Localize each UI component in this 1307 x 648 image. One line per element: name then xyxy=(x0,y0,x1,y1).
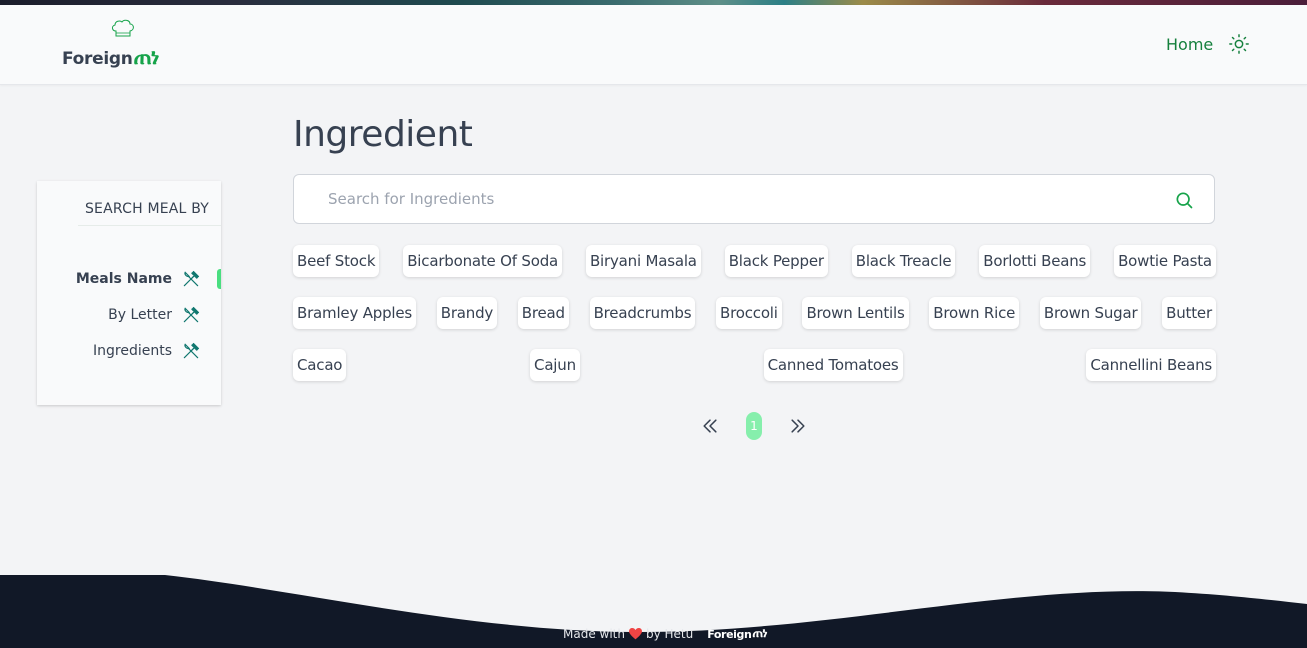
ingredient-chip[interactable]: Biryani Masala xyxy=(585,245,701,277)
ingredient-chip[interactable]: Bicarbonate Of Soda xyxy=(403,245,563,277)
sidebar-item-label: Meals Name xyxy=(75,271,172,287)
footer-author: by Hetu xyxy=(645,626,694,641)
brand-mark: ጠነ xyxy=(133,45,160,70)
pagination: 1 xyxy=(700,412,808,440)
ingredient-chip[interactable]: Cacao xyxy=(293,349,347,381)
ingredient-chip[interactable]: Bread xyxy=(517,297,569,329)
ingredient-chip[interactable]: Brandy xyxy=(436,297,498,329)
ingredient-row: Cacao Cajun Canned Tomatoes Cannellini B… xyxy=(293,349,1216,381)
sidebar-item-label: By Letter xyxy=(108,307,172,323)
ingredient-chip[interactable]: Bramley Apples xyxy=(293,297,417,329)
ingredient-chip[interactable]: Breadcrumbs xyxy=(589,297,696,329)
sidebar-item-label: Ingredients xyxy=(93,343,172,359)
search-sidebar: SEARCH MEAL BY Meals Name By Letter Ingr… xyxy=(37,181,221,405)
footer-credit: Made with by Hetu Foreign ጠነ xyxy=(563,626,768,641)
active-indicator xyxy=(217,269,221,289)
sidebar-heading: SEARCH MEAL BY xyxy=(78,201,221,226)
chef-hat-icon xyxy=(112,19,134,37)
ingredient-chip[interactable]: Brown Sugar xyxy=(1039,297,1142,329)
fork-knife-icon xyxy=(183,342,200,359)
ingredient-chip[interactable]: Black Treacle xyxy=(851,245,956,277)
ingredient-chip[interactable]: Cannellini Beans xyxy=(1086,349,1216,381)
fork-knife-icon xyxy=(183,306,200,323)
fork-knife-icon xyxy=(183,270,200,287)
ingredient-chip[interactable]: Cajun xyxy=(530,349,580,381)
brand-word: Foreign xyxy=(62,49,133,69)
brand-logo[interactable]: Foreign ጠነ xyxy=(62,19,182,71)
ingredient-chip[interactable]: Beef Stock xyxy=(293,245,380,277)
heart-icon xyxy=(628,627,642,639)
ingredient-chip[interactable]: Broccoli xyxy=(716,297,782,329)
footer-brand-mark: ጠነ xyxy=(752,626,767,641)
ingredient-chip[interactable]: Black Pepper xyxy=(724,245,828,277)
search-icon[interactable] xyxy=(1174,190,1194,210)
site-header: Foreign ጠነ Home xyxy=(0,5,1307,85)
ingredient-row: Bramley Apples Brandy Bread Breadcrumbs … xyxy=(293,297,1216,329)
footer-logo[interactable]: Foreign ጠነ xyxy=(707,626,767,641)
footer-made-with: Made with xyxy=(563,626,625,641)
ingredient-chip[interactable]: Canned Tomatoes xyxy=(763,349,903,381)
footer-brand-word: Foreign xyxy=(707,628,752,641)
sun-icon[interactable] xyxy=(1228,33,1250,55)
sidebar-item-by-letter[interactable]: By Letter xyxy=(108,305,201,325)
search-box xyxy=(293,174,1215,224)
double-chevron-right-icon[interactable] xyxy=(788,416,808,436)
page-number-current[interactable]: 1 xyxy=(746,412,762,440)
ingredient-chip[interactable]: Brown Rice xyxy=(929,297,1020,329)
sidebar-item-ingredients[interactable]: Ingredients xyxy=(93,341,201,361)
ingredient-chip[interactable]: Borlotti Beans xyxy=(979,245,1091,277)
ingredient-chip[interactable]: Butter xyxy=(1162,297,1216,329)
sidebar-item-meals-name[interactable]: Meals Name xyxy=(76,269,201,289)
search-input[interactable] xyxy=(294,175,1214,223)
double-chevron-left-icon[interactable] xyxy=(700,416,720,436)
ingredient-chip[interactable]: Bowtie Pasta xyxy=(1114,245,1216,277)
ingredient-row: Beef Stock Bicarbonate Of Soda Biryani M… xyxy=(293,245,1216,277)
nav-home-link[interactable]: Home xyxy=(1166,35,1213,54)
site-footer: Made with by Hetu Foreign ጠነ xyxy=(0,570,1307,648)
ingredient-chip[interactable]: Brown Lentils xyxy=(802,297,909,329)
page-title: Ingredient xyxy=(293,114,473,155)
